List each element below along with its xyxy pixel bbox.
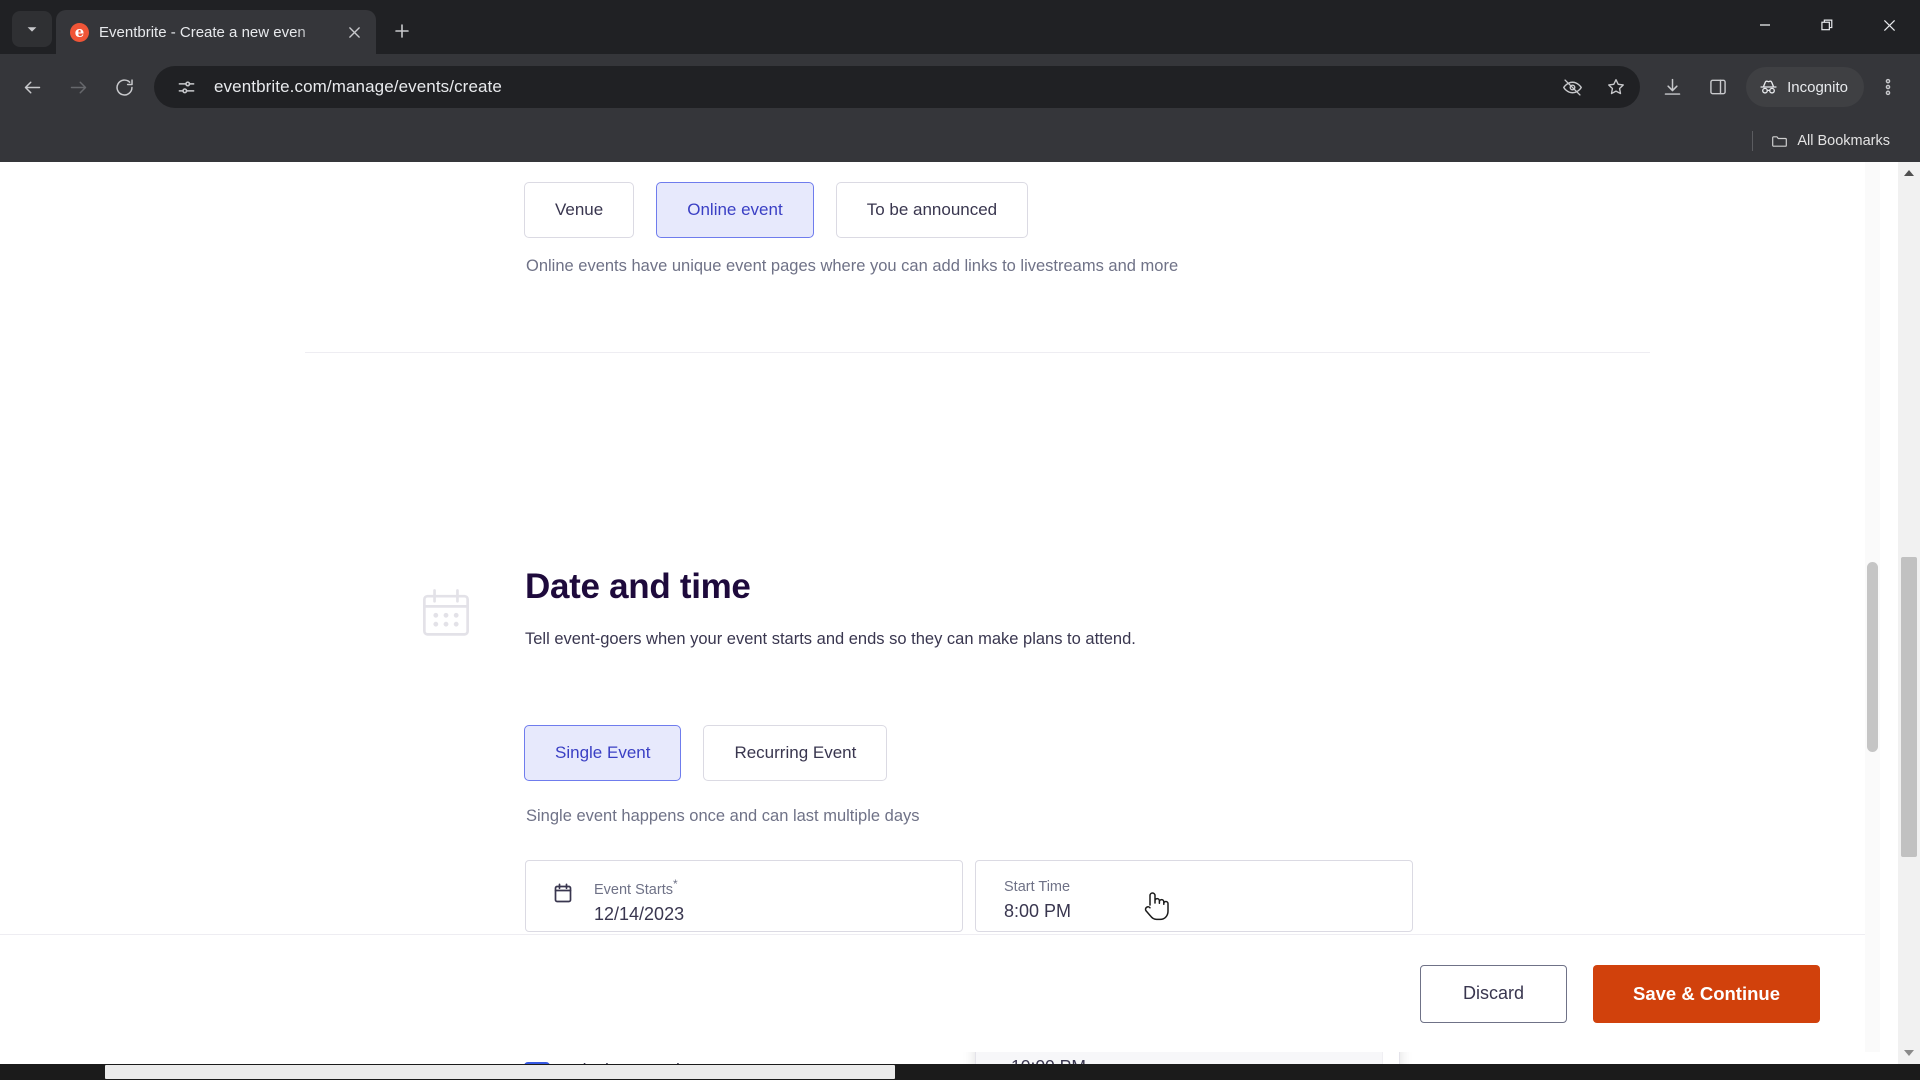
event-starts-label: Event Starts*	[594, 877, 678, 898]
bookmarks-bar: All Bookmarks	[0, 120, 1920, 162]
tab-close-icon[interactable]	[342, 20, 366, 44]
window-controls	[1734, 0, 1920, 50]
location-type-to-be-announced[interactable]: To be announced	[835, 182, 1029, 238]
calendar-icon	[418, 586, 474, 647]
page-settings-icon[interactable]	[170, 71, 202, 103]
discard-button[interactable]: Discard	[1419, 964, 1567, 1023]
location-help-text: Online events have unique event pages wh…	[526, 257, 1179, 275]
page-viewport: Venue Online event To be announced Onlin…	[0, 162, 1920, 1064]
scrollbar-up-button[interactable]	[1898, 162, 1920, 184]
page-title: Date and time	[525, 567, 751, 606]
event-type-help-text: Single event happens once and can last m…	[526, 807, 920, 825]
page-footer: Discard Save & Continue	[0, 934, 1880, 1052]
event-starts-field[interactable]: Event Starts* 12/14/2023	[525, 860, 963, 932]
tab-title: Eventbrite - Create a new even	[99, 23, 306, 41]
start-time-value: 8:00 PM	[1004, 901, 1072, 921]
incognito-hat-icon	[1760, 80, 1777, 94]
location-type-venue[interactable]: Venue	[524, 182, 635, 238]
tab-search-icon[interactable]	[12, 11, 52, 47]
event-type-recurring-event[interactable]: Recurring Event	[703, 725, 888, 781]
start-time-body: Start Time 8:00 PM	[1004, 878, 1071, 922]
browser-scrollbar-thumb[interactable]	[1901, 557, 1917, 857]
horizontal-scrollbar[interactable]	[0, 1064, 1920, 1080]
browser-toolbar: eventbrite.com/manage/events/create Inco…	[0, 54, 1920, 120]
section-divider	[305, 352, 1650, 353]
restore-button[interactable]	[1796, 0, 1858, 50]
forward-arrow-icon[interactable]	[56, 65, 100, 109]
close-window-button[interactable]	[1858, 0, 1920, 50]
save-and-continue-button[interactable]: Save & Continue	[1593, 964, 1820, 1023]
three-dot-menu-icon[interactable]	[1866, 65, 1910, 109]
folder-icon	[1772, 135, 1788, 147]
bookmarks-separator	[1752, 131, 1754, 151]
start-time-label: Start Time	[1004, 879, 1071, 895]
eventbrite-favicon: e	[70, 22, 89, 42]
star-icon[interactable]	[1600, 71, 1632, 103]
scrollbar-down-button[interactable]	[1898, 1042, 1920, 1064]
calendar-icon	[552, 883, 574, 910]
eye-crossed-icon[interactable]	[1556, 71, 1588, 103]
incognito-label: Incognito	[1787, 78, 1848, 96]
page-scrollbar-thumb[interactable]	[1867, 562, 1878, 752]
browser-window: e Eventbrite - Create a new even eventbr…	[0, 0, 1920, 1080]
browser-tab[interactable]: e Eventbrite - Create a new even	[56, 10, 376, 54]
event-starts-value: 12/14/2023	[594, 903, 685, 924]
scroll-down-arrow-icon	[1904, 1050, 1914, 1056]
horizontal-scrollbar-thumb[interactable]	[105, 1065, 895, 1079]
all-bookmarks-button[interactable]: All Bookmarks	[1763, 128, 1898, 155]
address-bar[interactable]: eventbrite.com/manage/events/create	[154, 66, 1641, 108]
new-tab-button[interactable]	[384, 13, 420, 49]
side-panel-icon[interactable]	[1696, 65, 1740, 109]
scroll-up-arrow-icon	[1904, 170, 1914, 176]
download-icon[interactable]	[1650, 65, 1694, 109]
reload-icon[interactable]	[102, 65, 146, 109]
event-type-single-event[interactable]: Single Event	[524, 725, 682, 781]
section-subtitle: Tell event-goers when your event starts …	[525, 630, 1136, 648]
url-text: eventbrite.com/manage/events/create	[214, 77, 502, 96]
page-scrollbar[interactable]	[1865, 162, 1880, 1052]
start-time-field[interactable]: Start Time 8:00 PM	[975, 860, 1413, 932]
back-arrow-icon[interactable]	[10, 65, 54, 109]
browser-scrollbar[interactable]	[1898, 162, 1920, 1064]
eventbrite-create-event-page: Venue Online event To be announced Onlin…	[0, 162, 1880, 1064]
minimize-button[interactable]	[1734, 0, 1796, 50]
location-type-online-event[interactable]: Online event	[656, 182, 814, 238]
event-type-group: Single Event Recurring Event	[524, 725, 888, 781]
incognito-indicator[interactable]: Incognito	[1746, 67, 1864, 107]
location-type-group: Venue Online event To be announced	[524, 182, 1029, 238]
event-starts-body: Event Starts* 12/14/2023	[594, 877, 685, 925]
tab-strip: e Eventbrite - Create a new even	[0, 0, 1920, 54]
all-bookmarks-label: All Bookmarks	[1797, 133, 1890, 149]
